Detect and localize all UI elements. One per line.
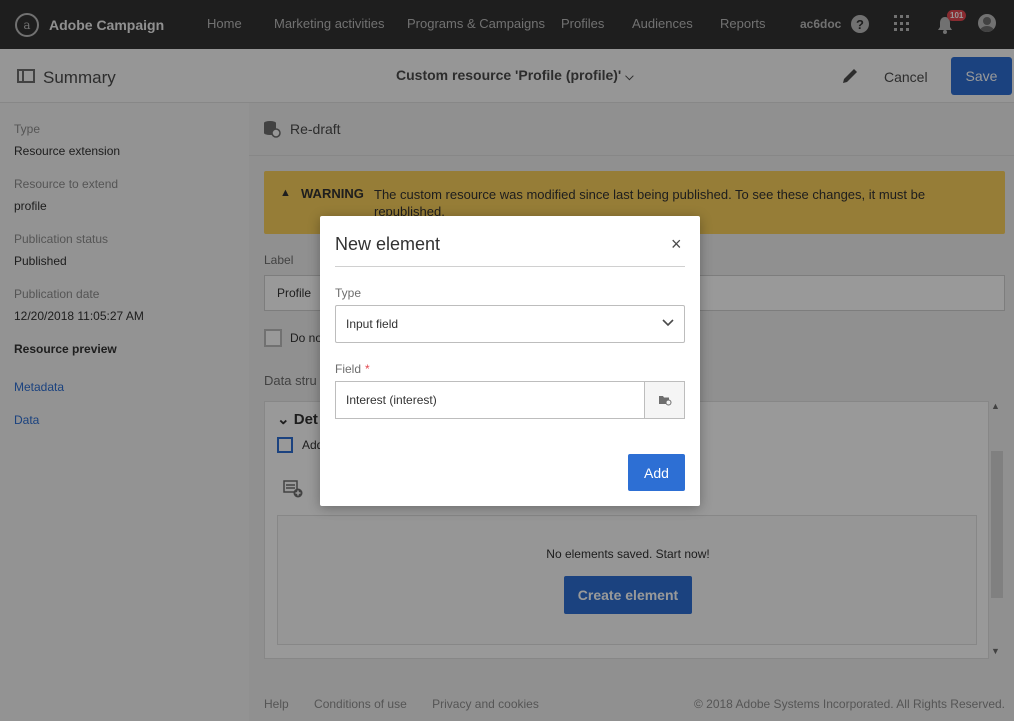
- field-input[interactable]: Interest (interest): [335, 381, 645, 419]
- type-select-value: Input field: [346, 317, 399, 331]
- field-label: Field *: [335, 362, 370, 376]
- field-label-text: Field: [335, 362, 362, 376]
- dialog-divider: [335, 266, 685, 267]
- type-field-label: Type: [335, 286, 362, 300]
- type-select[interactable]: Input field: [335, 305, 685, 343]
- folder-search-icon: [658, 396, 671, 406]
- dialog-title: New element: [335, 234, 441, 254]
- new-element-dialog: New element × Type Input field Field * In…: [320, 216, 700, 506]
- field-picker-button[interactable]: [644, 381, 685, 419]
- add-button[interactable]: Add: [628, 454, 685, 491]
- chevron-down-icon: [662, 319, 674, 327]
- close-icon[interactable]: ×: [671, 234, 682, 255]
- required-marker: *: [365, 362, 370, 376]
